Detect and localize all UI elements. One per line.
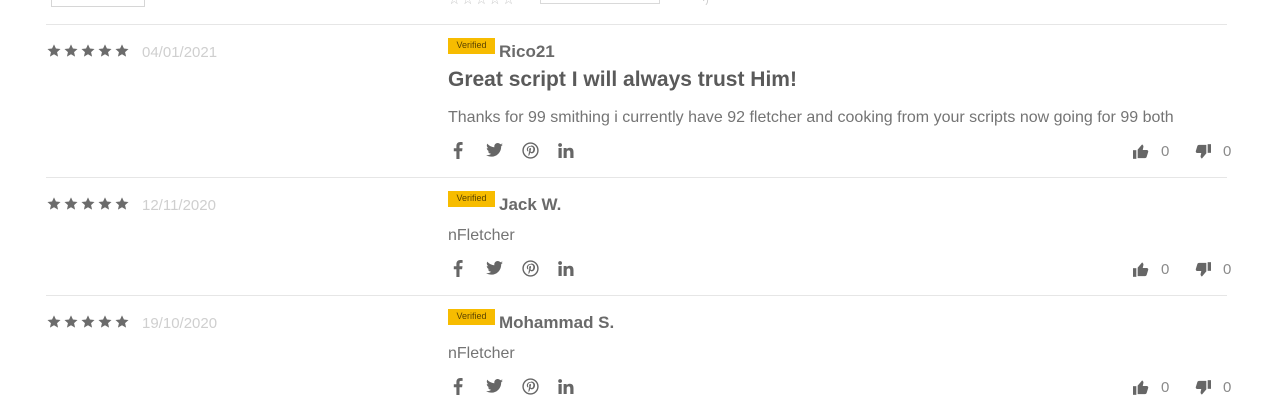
divider [46,177,1227,178]
linkedin-icon[interactable] [556,376,576,396]
share-links [448,376,576,396]
cutoff-input[interactable] [540,0,660,4]
upvote-count: 0 [1161,261,1170,278]
linkedin-icon[interactable] [556,258,576,278]
star-icon [115,315,129,328]
verified-badge: Verified [448,191,495,207]
review-date: 19/10/2020 [142,315,218,332]
divider [46,24,1227,25]
review-author: Mohammad S. [499,313,615,332]
downvote-count: 0 [1223,261,1232,278]
star-icon [98,315,112,328]
thumbs-down-icon[interactable] [1195,262,1211,277]
verified-badge: Verified [448,309,495,325]
linkedin-icon[interactable] [556,140,576,160]
cutoff-mark: ·) [702,0,709,6]
star-icon [115,44,129,57]
star-icon [98,44,112,57]
review-author: Rico21 [499,42,555,61]
rating-input-stars[interactable]: ☆☆☆☆☆ [448,0,516,8]
pinterest-icon[interactable] [520,258,540,278]
twitter-icon[interactable] [484,258,504,278]
pinterest-icon[interactable] [520,376,540,396]
thumbs-up-icon[interactable] [1133,262,1149,277]
review-author: Jack W. [499,195,562,214]
review-rating-stars [46,196,130,212]
star-icon [64,315,78,328]
upvote-count: 0 [1161,379,1170,396]
verified-badge: Verified [448,38,495,54]
review-rating-stars [46,314,130,330]
star-icon [64,197,78,210]
divider [46,295,1227,296]
downvote-count: 0 [1223,143,1232,160]
star-icon [47,315,61,328]
pinterest-icon[interactable] [520,140,540,160]
previous-section-remnant: ☆☆☆☆☆ ·) [0,0,1278,24]
twitter-icon[interactable] [484,376,504,396]
star-icon [115,197,129,210]
review-rating-stars [46,43,130,59]
facebook-icon[interactable] [448,258,468,278]
review-date: 12/11/2020 [142,197,216,214]
thumbs-down-icon[interactable] [1195,380,1211,395]
facebook-icon[interactable] [448,140,468,160]
vote-controls: 0 0 [1133,261,1235,278]
star-icon [64,44,78,57]
downvote-count: 0 [1223,379,1232,396]
review-body: Thanks for 99 smithing i currently have … [448,109,1174,126]
thumbs-up-icon[interactable] [1133,144,1149,159]
star-icon [47,44,61,57]
thumbs-up-icon[interactable] [1133,380,1149,395]
twitter-icon[interactable] [484,140,504,160]
review-body: nFletcher [448,345,515,362]
share-links [448,258,576,278]
star-icon [81,44,95,57]
star-icon [81,197,95,210]
facebook-icon[interactable] [448,376,468,396]
star-icon [98,197,112,210]
star-icon [81,315,95,328]
review-body: nFletcher [448,227,515,244]
star-icon [47,197,61,210]
review-date: 04/01/2021 [142,44,218,61]
upvote-count: 0 [1161,143,1170,160]
share-links [448,140,576,160]
thumbs-down-icon[interactable] [1195,144,1211,159]
review-title: Great script I will always trust Him! [448,68,797,91]
cutoff-button[interactable] [51,0,145,7]
vote-controls: 0 0 [1133,379,1235,396]
vote-controls: 0 0 [1133,143,1235,160]
